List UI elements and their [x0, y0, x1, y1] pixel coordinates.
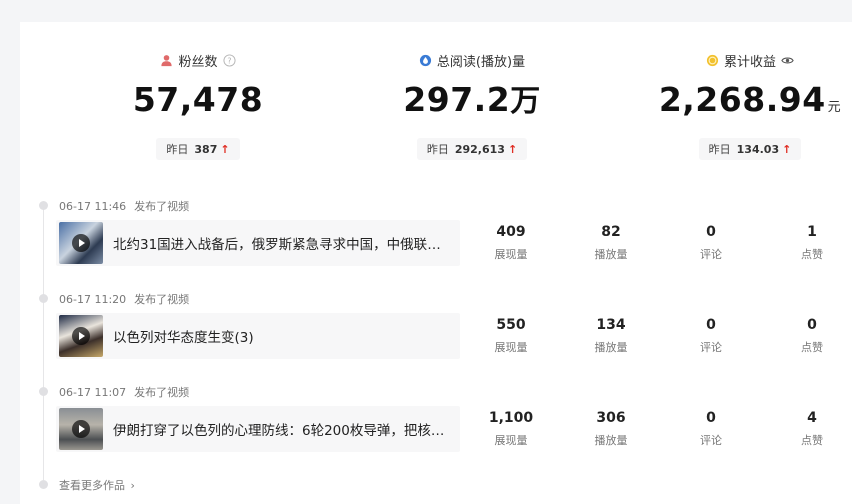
post-time: 06-17 11:07 [59, 386, 127, 399]
metric-value: 306 [596, 410, 626, 426]
reads-yesterday: 昨日 292,613 ↑ [416, 138, 528, 160]
svg-text:?: ? [227, 56, 231, 65]
post-time: 06-17 11:20 [59, 293, 127, 306]
metric-label: 评论 [700, 248, 722, 261]
arrow-up-icon: ↑ [782, 142, 792, 156]
metric-label: 评论 [700, 341, 722, 354]
post-meta: 06-17 11:46 发布了视频 [59, 198, 189, 214]
fans-label: 粉丝数 [178, 54, 218, 70]
metric-value: 0 [706, 410, 716, 426]
metric-label: 播放量 [594, 341, 628, 354]
metric-plays: 306 播放量 [571, 410, 651, 448]
post-time: 06-17 11:46 [59, 200, 127, 213]
metric-label: 点赞 [801, 248, 823, 261]
arrow-up-icon: ↑ [220, 142, 230, 156]
fans-yesterday-value: 387 [194, 142, 218, 156]
reads-unit: 万 [510, 84, 541, 119]
metric-value: 1,100 [488, 410, 534, 426]
play-icon [72, 420, 90, 438]
timeline-dot [39, 294, 48, 303]
metric-impressions: 1,100 展现量 [471, 410, 551, 448]
income-stat-header: 累计收益 [635, 50, 852, 70]
metric-likes: 1 点赞 [772, 224, 852, 262]
fans-value: 57,478 [132, 80, 264, 119]
timeline-line [43, 208, 44, 480]
post-action: 发布了视频 [134, 386, 190, 399]
income-label: 累计收益 [723, 54, 776, 70]
income-stat: 累计收益 2,268.94 元 昨日 134.03 ↑ [635, 50, 852, 160]
eye-icon[interactable] [781, 54, 794, 67]
video-thumbnail[interactable] [59, 222, 103, 264]
metric-value: 4 [807, 410, 817, 426]
reads-label: 总阅读(播放)量 [436, 54, 526, 70]
view-more-label: 查看更多作品 [59, 479, 125, 492]
income-unit: 元 [827, 100, 842, 115]
post-title[interactable]: 伊朗打穿了以色列的心理防线：6轮200枚导弹，把核设… [113, 419, 451, 439]
income-yesterday: 昨日 134.03 ↑ [698, 138, 802, 160]
metric-likes: 0 点赞 [772, 317, 852, 355]
reads-stat: 总阅读(播放)量 297.2万 昨日 292,613 ↑ [372, 50, 572, 160]
question-icon[interactable]: ? [222, 53, 236, 67]
timeline-dot [39, 201, 48, 210]
fans-yesterday: 昨日 387 ↑ [156, 138, 240, 160]
post-item[interactable]: 伊朗打穿了以色列的心理防线：6轮200枚导弹，把核设… [56, 406, 460, 452]
income-value: 2,268.94 元 [658, 80, 842, 119]
metric-label: 展现量 [494, 341, 528, 354]
fans-stat: 粉丝数 ? 57,478 昨日 387 ↑ [98, 50, 298, 160]
metric-label: 评论 [700, 434, 722, 447]
video-thumbnail[interactable] [59, 408, 103, 450]
metric-value: 409 [496, 224, 526, 240]
metric-value: 0 [706, 224, 716, 240]
droplet-icon [419, 54, 431, 66]
fans-stat-header: 粉丝数 ? [98, 50, 298, 70]
metric-value: 1 [807, 224, 817, 240]
video-thumbnail[interactable] [59, 315, 103, 357]
reads-yesterday-value: 292,613 [454, 142, 505, 156]
metric-impressions: 550 展现量 [471, 317, 551, 355]
yesterday-label: 昨日 [426, 143, 449, 156]
chevron-right-icon: › [130, 479, 135, 492]
post-item[interactable]: 北约31国进入战备后，俄罗斯紧急寻求中国，中俄联合… [56, 220, 460, 266]
post-title[interactable]: 以色列对华态度生变(3) [113, 326, 451, 346]
metric-label: 播放量 [594, 248, 628, 261]
post-action: 发布了视频 [134, 293, 190, 306]
post-item[interactable]: 以色列对华态度生变(3) [56, 313, 460, 359]
metric-label: 展现量 [494, 248, 528, 261]
metric-plays: 134 播放量 [571, 317, 651, 355]
reads-value: 297.2万 [403, 80, 541, 119]
metric-comments: 0 评论 [671, 317, 751, 355]
dashboard-card: 粉丝数 ? 57,478 昨日 387 ↑ 总阅读(播放)量 297.2万 昨日… [20, 22, 852, 504]
income-yesterday-value: 134.03 [736, 142, 780, 156]
yesterday-label: 昨日 [166, 143, 189, 156]
metric-label: 点赞 [801, 434, 823, 447]
metric-value: 550 [496, 317, 526, 333]
metric-impressions: 409 展现量 [471, 224, 551, 262]
yesterday-label: 昨日 [708, 143, 731, 156]
play-icon [72, 234, 90, 252]
metric-likes: 4 点赞 [772, 410, 852, 448]
metric-label: 展现量 [494, 434, 528, 447]
post-action: 发布了视频 [134, 200, 190, 213]
arrow-up-icon: ↑ [507, 142, 518, 156]
metric-label: 点赞 [801, 341, 823, 354]
metric-value: 82 [601, 224, 621, 240]
post-meta: 06-17 11:07 发布了视频 [59, 384, 189, 400]
reads-stat-header: 总阅读(播放)量 [372, 50, 572, 70]
post-meta: 06-17 11:20 发布了视频 [59, 291, 189, 307]
metric-value: 0 [706, 317, 716, 333]
metric-plays: 82 播放量 [571, 224, 651, 262]
play-icon [72, 327, 90, 345]
post-title[interactable]: 北约31国进入战备后，俄罗斯紧急寻求中国，中俄联合… [113, 233, 451, 253]
timeline-dot [39, 480, 48, 489]
metric-value: 134 [596, 317, 626, 333]
coin-icon [706, 54, 719, 66]
metric-comments: 0 评论 [671, 410, 751, 448]
view-more-link[interactable]: 查看更多作品 › [59, 477, 135, 493]
metric-value: 0 [807, 317, 817, 333]
timeline-dot [39, 387, 48, 396]
person-icon [161, 54, 173, 66]
metric-comments: 0 评论 [671, 224, 751, 262]
metric-label: 播放量 [594, 434, 628, 447]
